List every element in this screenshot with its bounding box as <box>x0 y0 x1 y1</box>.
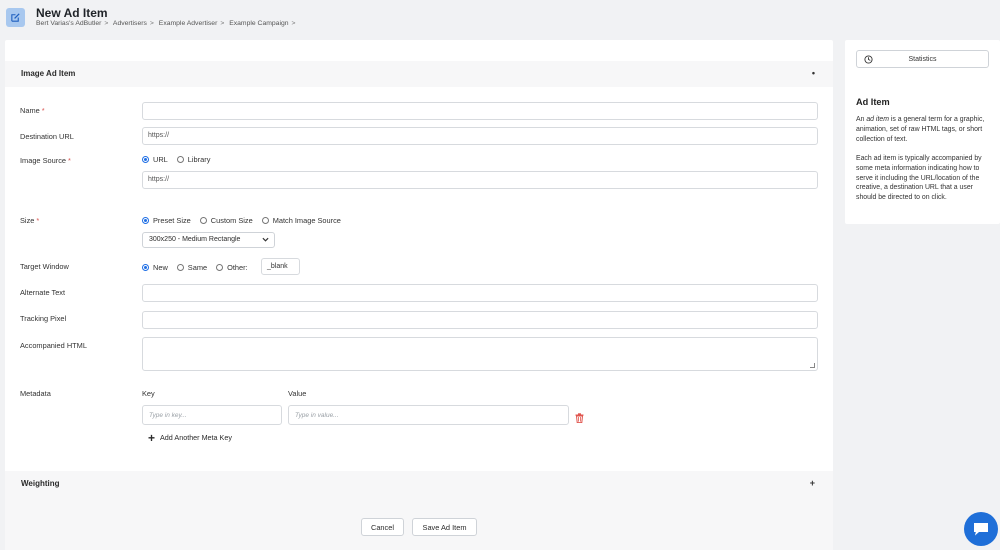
size-select-value: 300x250 - Medium Rectangle <box>149 236 241 243</box>
sidebar-title: Ad Item <box>856 97 890 107</box>
destination-url-label: Destination URL <box>20 132 74 141</box>
form-footer: Cancel Save Ad Item <box>5 497 833 550</box>
alternate-text-input[interactable] <box>142 284 818 302</box>
radio-match-image-source[interactable]: Match Image Source <box>261 216 341 225</box>
sidebar-paragraph-2: Each ad item is typically accompanied by… <box>856 155 982 202</box>
radio-button[interactable] <box>176 156 184 163</box>
name-input[interactable] <box>142 102 818 120</box>
breadcrumb-item-campaign[interactable]: Example Campaign <box>229 20 288 27</box>
ad-item-form: Image Ad Item • Name * Destination URL ht… <box>5 40 833 550</box>
chat-widget-button[interactable] <box>964 512 998 546</box>
radio-button[interactable] <box>142 264 149 271</box>
metadata-value-header: Value <box>288 389 307 398</box>
accompanied-html-label: Accompanied HTML <box>20 341 87 350</box>
breadcrumb-separator: > <box>220 20 225 27</box>
statistics-label: Statistics <box>908 55 937 63</box>
breadcrumb-separator: > <box>291 20 296 27</box>
radio-other[interactable]: Other: <box>216 263 248 272</box>
radio-new[interactable]: New <box>142 263 168 272</box>
help-sidebar: Statistics Ad Item An ad item is a gener… <box>845 40 1000 224</box>
statistics-button[interactable]: Statistics <box>856 50 989 68</box>
plus-icon: + <box>148 430 156 445</box>
radio-library[interactable]: Library <box>176 155 210 164</box>
section-image-ad-item[interactable]: Image Ad Item • <box>5 61 833 87</box>
metadata-key-header: Key <box>142 389 155 398</box>
radio-same[interactable]: Same <box>176 263 207 272</box>
section-title: Image Ad Item <box>21 69 76 78</box>
accompanied-html-textarea[interactable] <box>142 337 818 371</box>
metadata-key-input[interactable]: Type in key... <box>142 405 282 425</box>
radio-button[interactable] <box>142 217 149 224</box>
breadcrumb-item-account[interactable]: Bert Varias's AdButler <box>36 20 101 27</box>
breadcrumb: Bert Varias's AdButler > Advertisers > Exa… <box>36 20 299 27</box>
sidebar-paragraph-1: An ad item is a general term for a graph… <box>856 116 985 143</box>
target-window-label: Target Window <box>20 262 69 271</box>
tracking-pixel-label: Tracking Pixel <box>20 314 67 323</box>
size-select[interactable]: 300x250 - Medium Rectangle <box>142 232 275 248</box>
breadcrumb-separator: > <box>149 20 154 27</box>
add-meta-key-label: Add Another Meta Key <box>160 433 232 442</box>
page-title: New Ad Item <box>36 6 108 20</box>
radio-button[interactable] <box>216 264 224 271</box>
radio-button[interactable] <box>199 217 207 224</box>
radio-button[interactable] <box>142 156 149 163</box>
tracking-pixel-input[interactable] <box>142 311 818 329</box>
cancel-button[interactable]: Cancel <box>361 518 404 536</box>
size-label: Size * <box>20 216 40 225</box>
target-window-radio-group: New Same Other: <box>142 263 257 272</box>
image-source-label: Image Source * <box>20 156 71 165</box>
expand-toggle[interactable]: + <box>810 478 815 488</box>
image-source-url-input[interactable]: https:// <box>142 171 818 189</box>
destination-url-input[interactable]: https:// <box>142 127 818 145</box>
page-header: New Ad Item Bert Varias's AdButler > Adve… <box>0 0 1000 38</box>
breadcrumb-item-advertisers[interactable]: Advertisers <box>113 20 147 27</box>
chevron-down-icon <box>262 236 269 245</box>
chat-icon <box>974 523 988 536</box>
resize-handle[interactable] <box>810 363 815 368</box>
name-label: Name * <box>20 106 45 115</box>
section-title: Weighting <box>21 479 60 488</box>
collapse-toggle[interactable]: • <box>812 68 815 78</box>
radio-custom-size[interactable]: Custom Size <box>199 216 253 225</box>
metadata-label: Metadata <box>20 389 51 398</box>
radio-url[interactable]: URL <box>142 155 168 164</box>
radio-preset-size[interactable]: Preset Size <box>142 216 191 225</box>
save-ad-item-button[interactable]: Save Ad Item <box>412 518 477 536</box>
target-other-input[interactable]: _blank <box>261 258 300 275</box>
size-radio-group: Preset Size Custom Size Match Image Sour… <box>142 216 350 225</box>
metadata-value-input[interactable]: Type in value... <box>288 405 569 425</box>
edit-icon <box>6 8 25 27</box>
radio-button[interactable] <box>261 217 269 224</box>
clock-icon <box>864 55 873 66</box>
image-source-radio-group: URL Library <box>142 155 219 164</box>
section-weighting[interactable]: Weighting + <box>5 471 833 497</box>
radio-button[interactable] <box>176 264 184 271</box>
breadcrumb-separator: > <box>104 20 109 27</box>
breadcrumb-item-advertiser[interactable]: Example Advertiser <box>159 20 218 27</box>
trash-icon[interactable] <box>575 410 584 424</box>
alternate-text-label: Alternate Text <box>20 288 66 297</box>
add-meta-key-button[interactable]: + Add Another Meta Key <box>148 430 232 445</box>
